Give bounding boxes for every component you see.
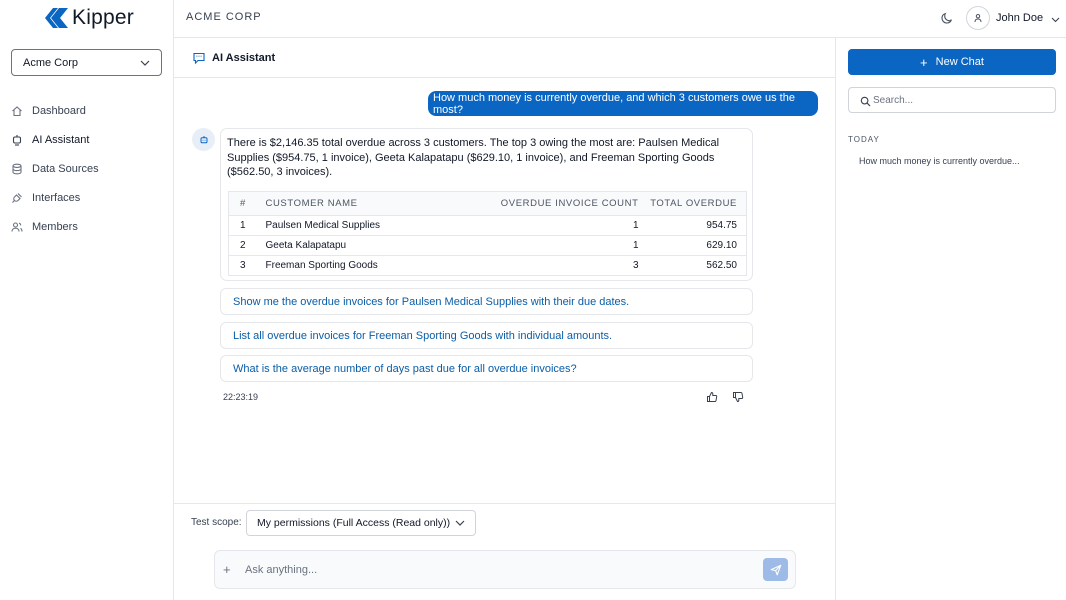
suggestion-text: What is the average number of days past … [233,362,577,375]
column-header: OVERDUE INVOICE COUNT [448,191,645,216]
assistant-message-card: There is $2,146.35 total overdue across … [220,128,753,281]
assistant-avatar [192,128,215,151]
kipper-logo-icon [44,6,70,30]
sidebar-item-label: Data Sources [32,162,99,175]
suggestion-text: Show me the overdue invoices for Paulsen… [233,295,630,308]
chat-title: AI Assistant [212,51,276,64]
suggestion-button[interactable]: List all overdue invoices for Freeman Sp… [220,322,753,349]
user-icon [974,14,982,23]
kipper-logo[interactable]: Kipper [44,6,134,30]
chat-search [848,87,1056,113]
search-input[interactable] [873,90,1048,110]
sidebar: Kipper Acme Corp Dashboard AI Assistant … [0,0,174,600]
table-cell: 1 [228,215,259,236]
message-input[interactable] [245,555,745,584]
home-icon [11,105,23,117]
composer-divider [174,503,835,504]
sidebar-item-label: AI Assistant [32,133,90,146]
message-timestamp: 22:23:19 [223,392,259,402]
suggestion-text: List all overdue invoices for Freeman Sp… [233,329,613,342]
chat-bubble-icon [192,51,206,65]
sidebar-nav: Dashboard AI Assistant Data Sources Inte… [0,96,174,241]
sidebar-item-label: Dashboard [32,104,86,117]
panel-divider [835,38,836,600]
robot-icon [11,134,23,146]
sidebar-item-dashboard[interactable]: Dashboard [0,96,174,125]
plug-icon [11,192,23,204]
send-button[interactable] [763,558,788,581]
table-cell: 1 [448,235,645,256]
search-icon [860,95,871,107]
sidebar-item-label: Members [32,220,78,233]
table-cell: 954.75 [644,215,747,236]
suggestion-button[interactable]: What is the average number of days past … [220,355,753,382]
robot-icon [200,135,207,143]
brand-name: Kipper [72,6,134,29]
organization-select[interactable]: Acme Corp [11,49,162,76]
history-group-heading: TODAY [848,135,880,144]
table-row: 2 Geeta Kalapatapu 1 629.10 [228,235,747,256]
table-cell: Freeman Sporting Goods [265,260,378,271]
organization-select-value: Acme Corp [23,56,79,69]
history-item[interactable]: How much money is currently overdue... [859,156,1020,166]
plus-icon: + [920,54,928,70]
sidebar-item-label: Interfaces [32,191,81,204]
page-title: ACME CORP [186,11,262,23]
thumbs-down-icon[interactable] [732,391,744,403]
table-cell: Geeta Kalapatapu [258,235,449,256]
table-row: 3 Freeman Sporting Goods 3 562.50 [229,256,747,276]
sidebar-item-ai-assistant[interactable]: AI Assistant [0,125,174,154]
column-header: CUSTOMER NAME [258,191,449,216]
plus-icon[interactable]: + [223,563,231,577]
user-menu[interactable]: John Doe [966,5,1060,31]
table-cell: 629.10 [644,235,747,256]
results-table: # CUSTOMER NAME OVERDUE INVOICE COUNT TO… [228,191,747,276]
sidebar-item-data-sources[interactable]: Data Sources [0,154,174,183]
test-scope-label: Test scope: [191,517,242,528]
message-composer: + [214,550,796,589]
table-cell: 3 [240,260,246,271]
table-cell: 2 [228,235,259,256]
database-icon [11,163,23,175]
thumbs-up-icon[interactable] [706,391,718,403]
moon-icon[interactable] [940,11,954,25]
user-message-text: How much money is currently overdue, and… [433,91,795,116]
column-header: TOTAL OVERDUE [644,191,747,216]
table-row: 1 Paulsen Medical Supplies 1 954.75 [228,215,747,236]
user-name: John Doe [996,12,1044,24]
chevron-down-icon [455,517,465,529]
table-cell: Paulsen Medical Supplies [258,215,449,236]
test-scope-select[interactable]: My permissions (Full Access (Read only)) [246,510,476,536]
sidebar-item-interfaces[interactable]: Interfaces [0,183,174,212]
chevron-down-icon [140,57,150,69]
users-icon [11,221,23,233]
table-cell: 562.50 [706,260,737,271]
suggestion-button[interactable]: Show me the overdue invoices for Paulsen… [220,288,753,315]
assistant-message-text: There is $2,146.35 total overdue across … [227,137,720,178]
chevron-down-icon [1051,11,1060,26]
chat-header: AI Assistant [174,38,835,78]
table-cell: 3 [632,260,639,271]
user-message-bubble: How much money is currently overdue, and… [428,91,818,116]
table-cell: 1 [448,215,645,236]
send-icon [770,564,781,575]
sidebar-item-members[interactable]: Members [0,212,174,241]
column-header: # [228,191,259,216]
new-chat-button[interactable]: + New Chat [848,49,1056,75]
test-scope-value: My permissions (Full Access (Read only)) [257,517,451,529]
top-bar: ACME CORP John Doe [174,0,1066,38]
avatar [966,6,990,30]
table-header-row: # CUSTOMER NAME OVERDUE INVOICE COUNT TO… [228,191,747,216]
new-chat-label: New Chat [935,56,984,68]
